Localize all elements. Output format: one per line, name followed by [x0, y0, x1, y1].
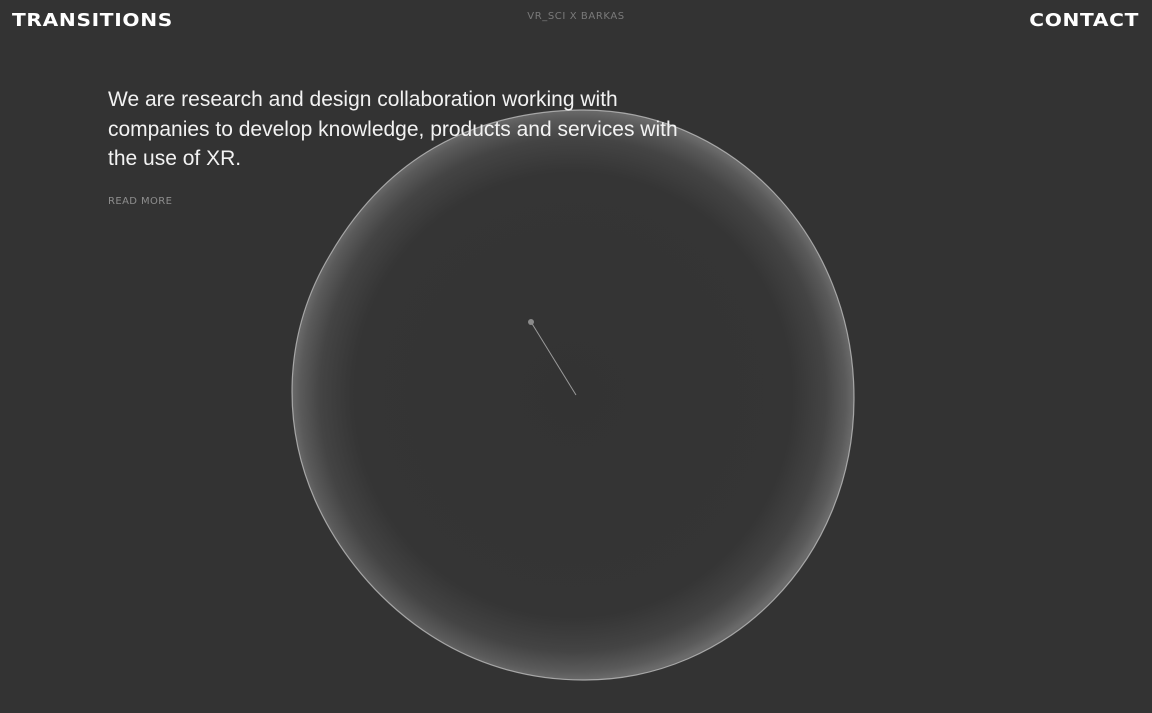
pointer-dot: [528, 319, 534, 325]
intro-text: We are research and design collaboration…: [108, 88, 678, 170]
read-more-link[interactable]: READ MORE: [108, 196, 172, 207]
sphere-blob: [291, 109, 855, 681]
